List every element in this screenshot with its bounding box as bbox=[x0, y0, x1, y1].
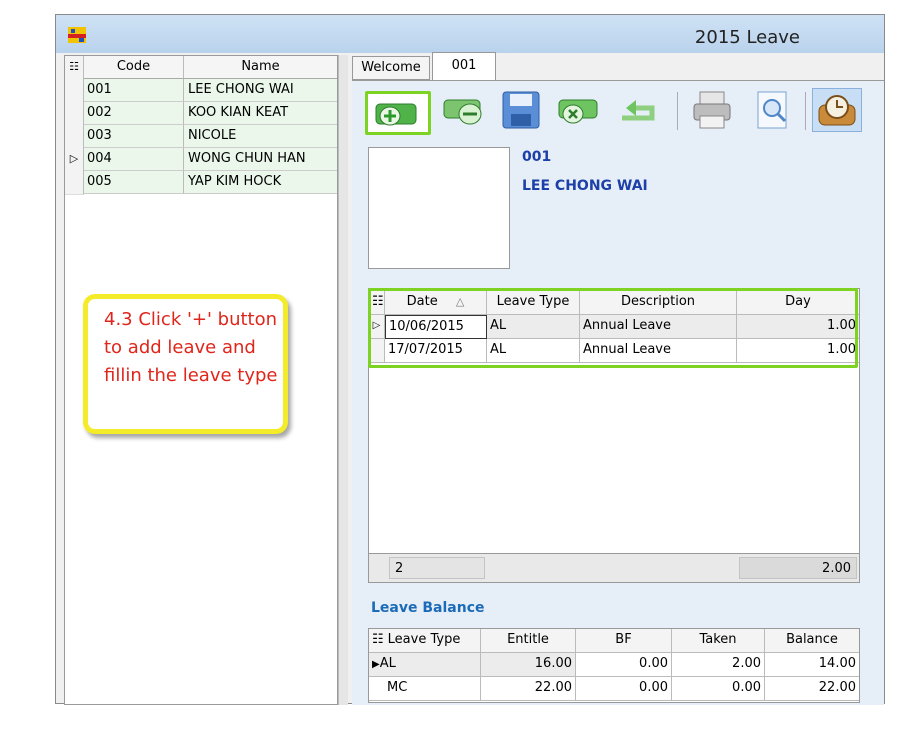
toolbar-separator bbox=[677, 92, 678, 130]
preview-icon bbox=[757, 91, 787, 129]
employee-photo[interactable] bbox=[368, 147, 510, 269]
column-header-bf[interactable]: BF bbox=[576, 629, 672, 653]
employee-name[interactable]: YAP KIM HOCK bbox=[184, 171, 337, 194]
toolbar-separator bbox=[805, 92, 806, 130]
employee-grid-header: ☷ Code Name bbox=[65, 56, 337, 80]
row-indicator bbox=[65, 125, 84, 149]
employee-code[interactable]: 001 bbox=[84, 79, 184, 102]
column-header-balance[interactable]: Balance bbox=[765, 629, 859, 653]
balance-balance-cell[interactable]: 14.00 bbox=[765, 653, 859, 677]
footer-total-days: 2.00 bbox=[739, 557, 857, 579]
employee-name[interactable]: KOO KIAN KEAT bbox=[184, 102, 337, 125]
cancel-button[interactable] bbox=[555, 88, 605, 132]
balance-bf-cell[interactable]: 0.00 bbox=[576, 653, 672, 677]
employee-row[interactable]: 003 NICOLE bbox=[65, 125, 337, 149]
balance-balance-cell[interactable]: 22.00 bbox=[765, 677, 859, 701]
timer-icon bbox=[818, 95, 856, 126]
add-leave-icon bbox=[375, 103, 417, 126]
balance-taken-cell[interactable]: 2.00 bbox=[672, 653, 765, 677]
balance-type-label: AL bbox=[379, 656, 396, 671]
print-button[interactable] bbox=[688, 88, 738, 132]
balance-entitle-cell[interactable]: 16.00 bbox=[481, 653, 576, 677]
column-header-code[interactable]: Code bbox=[84, 56, 184, 79]
employee-row-selected[interactable]: ▷ 004 WONG CHUN HAN bbox=[65, 148, 337, 172]
employee-row[interactable]: 005 YAP KIM HOCK bbox=[65, 171, 337, 195]
undo-button[interactable] bbox=[614, 88, 664, 132]
column-header-entitle[interactable]: Entitle bbox=[481, 629, 576, 653]
column-header-leave-type-label: Leave Type bbox=[387, 632, 461, 647]
print-icon bbox=[693, 91, 731, 129]
employee-code[interactable]: 002 bbox=[84, 102, 184, 125]
balance-taken-cell[interactable]: 0.00 bbox=[672, 677, 765, 701]
employee-code[interactable]: 003 bbox=[84, 125, 184, 148]
row-indicator bbox=[65, 102, 84, 126]
column-header-name[interactable]: Name bbox=[184, 56, 337, 79]
window-title: 2015 Leave bbox=[694, 27, 800, 48]
current-row-arrow-icon: ▷ bbox=[65, 148, 84, 172]
undo-icon bbox=[622, 100, 655, 121]
row-indicator bbox=[65, 171, 84, 195]
balance-bf-cell[interactable]: 0.00 bbox=[576, 677, 672, 701]
balance-row-type[interactable]: ▶AL bbox=[369, 653, 481, 677]
leave-grid-footer: 2 2.00 bbox=[368, 553, 860, 583]
save-icon bbox=[502, 91, 540, 129]
preview-button[interactable] bbox=[748, 88, 798, 132]
save-button[interactable] bbox=[497, 88, 547, 132]
add-leave-button[interactable] bbox=[365, 91, 431, 135]
leave-balance-grid: ☷ Leave Type Entitle BF Taken Balance ▶AL… bbox=[368, 628, 860, 703]
employee-code-label: 001 bbox=[522, 149, 552, 165]
timer-button[interactable] bbox=[812, 88, 862, 132]
instruction-text: 4.3 Click '+' button to add leave and fi… bbox=[104, 309, 278, 386]
splitter[interactable] bbox=[338, 55, 348, 705]
balance-entitle-cell[interactable]: 22.00 bbox=[481, 677, 576, 701]
footer-count: 2 bbox=[389, 557, 485, 579]
cancel-icon bbox=[558, 99, 598, 124]
grid-menu-icon[interactable]: ☷ bbox=[65, 56, 84, 80]
employee-name[interactable]: WONG CHUN HAN bbox=[184, 148, 337, 171]
grid-menu-icon: ☷ bbox=[372, 632, 384, 647]
employee-name[interactable]: LEE CHONG WAI bbox=[184, 79, 337, 102]
leave-balance-title: Leave Balance bbox=[371, 600, 485, 616]
employee-code[interactable]: 004 bbox=[84, 148, 184, 171]
row-indicator bbox=[65, 79, 84, 103]
leave-rows-highlight bbox=[368, 288, 858, 368]
column-header-leave-type[interactable]: ☷ Leave Type bbox=[369, 629, 481, 653]
balance-type-cell[interactable]: MC bbox=[369, 677, 481, 701]
current-row-arrow-icon: ▶ bbox=[372, 659, 380, 670]
employee-row[interactable]: 002 KOO KIAN KEAT bbox=[65, 102, 337, 126]
employee-row[interactable]: 001 LEE CHONG WAI bbox=[65, 79, 337, 103]
tab-welcome[interactable]: Welcome bbox=[352, 56, 430, 80]
employee-code[interactable]: 005 bbox=[84, 171, 184, 194]
app-logo-icon bbox=[67, 25, 87, 45]
remove-leave-icon bbox=[443, 99, 482, 125]
column-header-taken[interactable]: Taken bbox=[672, 629, 765, 653]
remove-leave-button[interactable] bbox=[440, 88, 490, 132]
employee-name[interactable]: NICOLE bbox=[184, 125, 337, 148]
employee-name-label: LEE CHONG WAI bbox=[522, 178, 648, 194]
tab-001[interactable]: 001 bbox=[432, 52, 496, 80]
